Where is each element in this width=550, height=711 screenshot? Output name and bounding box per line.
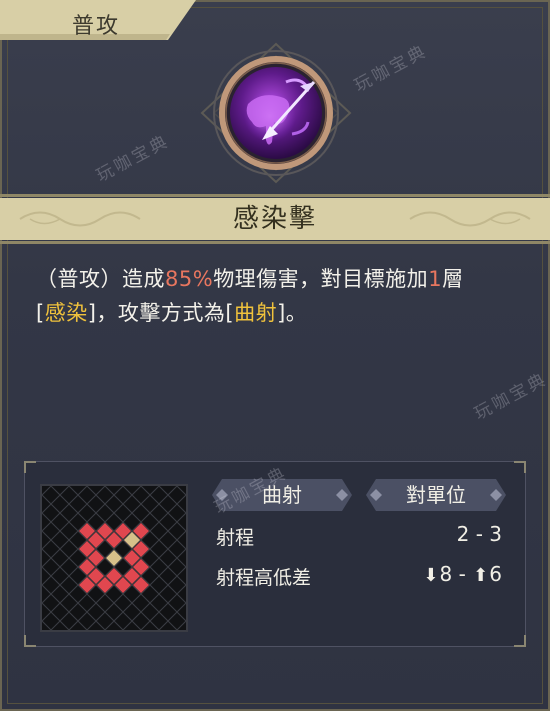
height-up-value: 6 xyxy=(489,562,502,586)
arrow-down-icon: ⬇ xyxy=(423,565,439,586)
desc-part-5: ]。 xyxy=(277,301,308,325)
tab-label: 普攻 xyxy=(72,14,121,39)
damage-percent: 85% xyxy=(165,267,214,291)
effect-keyword-infection[interactable]: 感染 xyxy=(45,301,88,325)
skill-description: （普攻）造成85%物理傷害，對目標施加1層 [感染]，攻擊方式為[曲射]。 xyxy=(36,262,526,330)
range-value: 2 - 3 xyxy=(456,522,502,546)
panel-corner xyxy=(514,635,526,647)
range-diamond-map xyxy=(42,486,186,630)
arrow-up-icon: ⬆ xyxy=(473,565,489,586)
desc-part-4: ]，攻擊方式為[ xyxy=(87,301,235,325)
desc-part-1: （普攻）造成 xyxy=(36,267,165,291)
tag-single-target: 對單位 xyxy=(366,479,506,511)
height-separator: - xyxy=(452,562,473,586)
skill-emblem xyxy=(196,42,356,184)
attack-type-keyword[interactable]: 曲射 xyxy=(234,301,277,325)
panel-corner xyxy=(24,635,36,647)
tab-basic-attack[interactable]: 普攻 xyxy=(0,0,196,40)
attack-range-grid xyxy=(40,484,188,632)
height-diff-label: 射程高低差 xyxy=(216,567,312,589)
range-label: 射程 xyxy=(216,527,255,549)
skill-name: 感染擊 xyxy=(232,204,317,234)
desc-bracket: [ xyxy=(36,301,45,325)
panel-corner xyxy=(24,461,36,473)
skill-title-banner: 感染擊 xyxy=(0,194,550,244)
desc-part-2: 物理傷害，對目標施加 xyxy=(213,267,429,291)
stack-count: 1 xyxy=(428,267,443,291)
height-down-value: 8 xyxy=(439,562,453,586)
desc-part-3: 層 xyxy=(442,267,464,291)
panel-corner xyxy=(514,461,526,473)
tag-target-label: 對單位 xyxy=(406,483,466,507)
height-diff-value: ⬇8 - ⬆6 xyxy=(380,562,502,586)
